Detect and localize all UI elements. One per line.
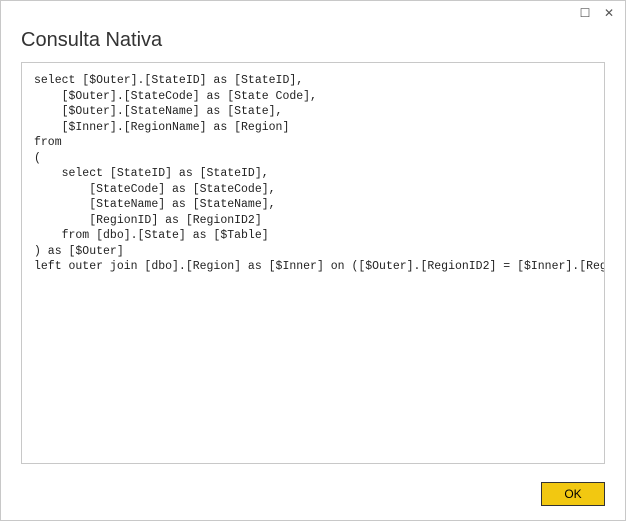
dialog-title: Consulta Nativa: [21, 29, 605, 52]
query-textbox[interactable]: select [$Outer].[StateID] as [StateID], …: [21, 62, 605, 464]
window-titlebar: ☐ ✕: [1, 1, 625, 25]
dialog-header: Consulta Nativa: [1, 25, 625, 62]
close-icon: ✕: [604, 6, 614, 20]
native-query-dialog: ☐ ✕ Consulta Nativa select [$Outer].[Sta…: [0, 0, 626, 521]
ok-button[interactable]: OK: [541, 482, 605, 506]
dialog-footer: OK: [1, 472, 625, 520]
query-text: select [$Outer].[StateID] as [StateID], …: [34, 73, 592, 275]
maximize-icon: ☐: [580, 6, 591, 20]
close-button[interactable]: ✕: [597, 3, 621, 23]
dialog-content: select [$Outer].[StateID] as [StateID], …: [1, 62, 625, 472]
maximize-button[interactable]: ☐: [573, 3, 597, 23]
